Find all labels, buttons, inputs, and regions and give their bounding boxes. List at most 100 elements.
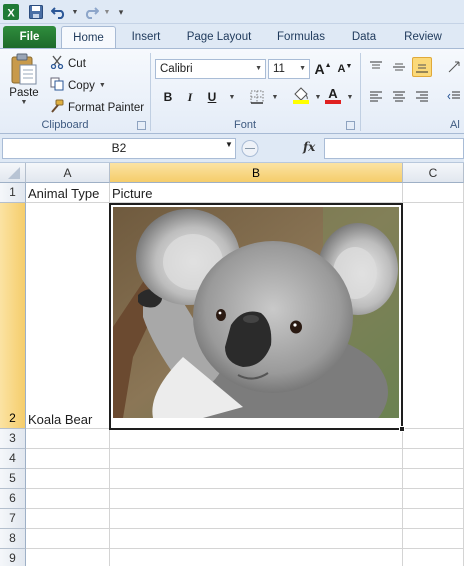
orientation-icon[interactable] [444, 57, 464, 77]
cell-a3[interactable] [26, 429, 110, 449]
svg-text:X: X [7, 8, 15, 20]
format-painter-button[interactable]: Format Painter [50, 99, 144, 116]
copy-dropdown-icon[interactable]: ▼ [99, 82, 106, 89]
shrink-font-icon: A [337, 63, 346, 75]
save-icon[interactable] [27, 3, 45, 21]
align-bottom-icon[interactable] [412, 57, 432, 77]
font-name-value: Calibri [160, 63, 193, 75]
cell-b7[interactable] [110, 509, 403, 529]
insert-function-icon[interactable]: fx [303, 140, 315, 154]
name-box[interactable]: B2 [2, 138, 236, 159]
paste-dropdown-icon: ▼ [20, 99, 28, 106]
underline-button[interactable]: U [202, 87, 222, 107]
cell-b4[interactable] [110, 449, 403, 469]
select-all-corner[interactable] [0, 163, 26, 183]
formula-input[interactable] [324, 138, 464, 159]
tab-file[interactable]: File [3, 26, 56, 48]
cell-b8[interactable] [110, 529, 403, 549]
spreadsheet-grid: A B C 1 2 3 4 5 6 7 8 9 Animal Type Pict… [0, 163, 464, 566]
cell-a5[interactable] [26, 469, 110, 489]
font-group-label: Font [233, 119, 256, 131]
resize-handle-icon[interactable] [240, 138, 260, 159]
cell-c9[interactable] [403, 549, 464, 566]
cell-c3[interactable] [403, 429, 464, 449]
grow-font-button[interactable]: A ▲ [313, 59, 333, 79]
row-header-8[interactable]: 8 [0, 529, 26, 549]
font-launcher-icon[interactable] [346, 121, 355, 130]
column-header-a[interactable]: A [26, 163, 110, 183]
row-header-7[interactable]: 7 [0, 509, 26, 529]
align-right-icon[interactable] [412, 87, 432, 107]
cell-a1[interactable]: Animal Type [26, 183, 110, 203]
font-size-dropdown-icon[interactable]: ▼ [299, 60, 306, 78]
font-color-dropdown-icon[interactable]: ▼ [340, 87, 360, 107]
fill-handle[interactable] [399, 426, 405, 432]
cell-a7[interactable] [26, 509, 110, 529]
italic-button[interactable]: I [180, 87, 200, 107]
cell-a6[interactable] [26, 489, 110, 509]
row-header-5[interactable]: 5 [0, 469, 26, 489]
underline-dropdown-icon[interactable]: ▼ [222, 87, 242, 107]
row-header-1[interactable]: 1 [0, 183, 26, 203]
row-header-6[interactable]: 6 [0, 489, 26, 509]
cell-a4[interactable] [26, 449, 110, 469]
align-top-icon[interactable] [366, 57, 386, 77]
fill-color-swatch [293, 100, 309, 104]
column-header-c[interactable]: C [403, 163, 464, 183]
group-separator [150, 53, 151, 131]
cell-b9[interactable] [110, 549, 403, 566]
borders-icon[interactable] [247, 87, 267, 107]
format-painter-label: Format Painter [68, 101, 145, 114]
cell-a2[interactable]: Koala Bear [26, 203, 110, 429]
paintbrush-icon [50, 99, 64, 116]
cut-button[interactable]: Cut [50, 55, 86, 72]
name-box-dropdown-icon[interactable]: ▼ [225, 140, 233, 149]
cell-c7[interactable] [403, 509, 464, 529]
tab-formulas[interactable]: Formulas [270, 26, 332, 48]
shrink-font-button[interactable]: A ▼ [335, 59, 355, 79]
customize-icon[interactable]: ▾ [112, 3, 130, 21]
font-name-dropdown-icon[interactable]: ▼ [255, 60, 262, 78]
copy-button[interactable]: Copy ▼ [50, 77, 106, 94]
row-header-2[interactable]: 2 [0, 203, 26, 429]
cell-a9[interactable] [26, 549, 110, 566]
cell-b5[interactable] [110, 469, 403, 489]
excel-logo-icon: X [2, 3, 20, 21]
cell-c4[interactable] [403, 449, 464, 469]
align-middle-icon[interactable] [389, 57, 409, 77]
column-header-b[interactable]: B [110, 163, 403, 183]
group-separator [360, 53, 361, 131]
cell-b1[interactable]: Picture [110, 183, 403, 203]
clipboard-group-label: Clipboard [41, 119, 89, 131]
row-header-3[interactable]: 3 [0, 429, 26, 449]
align-left-icon[interactable] [366, 87, 386, 107]
cell-c1[interactable] [403, 183, 464, 203]
cell-c6[interactable] [403, 489, 464, 509]
row-header-4[interactable]: 4 [0, 449, 26, 469]
cell-a8[interactable] [26, 529, 110, 549]
grow-font-icon: A [314, 61, 325, 77]
font-name-combo[interactable]: Calibri ▼ [155, 59, 266, 79]
cell-c8[interactable] [403, 529, 464, 549]
bold-button[interactable]: B [158, 87, 178, 107]
font-size-combo[interactable]: 11 ▼ [268, 59, 310, 79]
tab-page-layout[interactable]: Page Layout [180, 26, 258, 48]
tab-review[interactable]: Review [396, 26, 450, 48]
decrease-indent-icon[interactable] [444, 87, 464, 107]
koala-picture[interactable] [113, 207, 399, 418]
borders-dropdown-icon[interactable]: ▼ [265, 87, 285, 107]
cell-b3[interactable] [110, 429, 403, 449]
koala-photo [113, 207, 399, 418]
tab-home[interactable]: Home [61, 26, 116, 48]
cell-c5[interactable] [403, 469, 464, 489]
tab-data[interactable]: Data [344, 26, 384, 48]
clipboard-launcher-icon[interactable] [137, 121, 146, 130]
row-header-9[interactable]: 9 [0, 549, 26, 566]
align-center-icon[interactable] [389, 87, 409, 107]
font-size-value: 11 [273, 63, 285, 75]
paste-button[interactable]: Paste ▼ [6, 53, 42, 106]
cell-b6[interactable] [110, 489, 403, 509]
paste-label: Paste [9, 87, 39, 99]
tab-insert[interactable]: Insert [124, 26, 168, 48]
cell-c2[interactable] [403, 203, 464, 429]
